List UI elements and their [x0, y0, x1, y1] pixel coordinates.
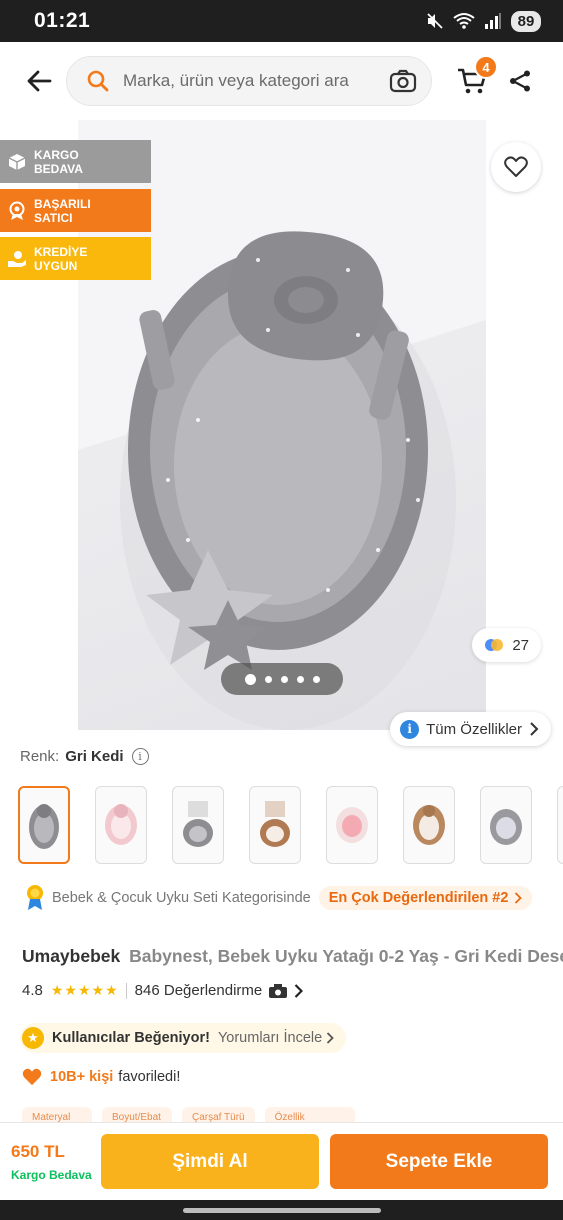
- status-bar: 01:21 89: [0, 0, 563, 42]
- home-gesture-handle[interactable]: [182, 1207, 381, 1213]
- carousel-dot[interactable]: [244, 673, 256, 685]
- read-reviews-link[interactable]: Yorumları İncele: [218, 1030, 334, 1046]
- free-shipping-label: Kargo Bedava: [11, 1167, 92, 1182]
- user-photos-icon: [485, 639, 504, 651]
- credit-eligible-text: KREDİYE UYGUN: [34, 244, 88, 273]
- favorites-count: 10B+ kişi favoriledi!: [22, 1068, 180, 1086]
- star-icon: ★: [105, 982, 118, 998]
- bottom-action-bar: 650 TL Kargo Bedava Şimdi Al Sepete Ekle: [0, 1122, 563, 1200]
- status-time: 01:21: [34, 9, 91, 32]
- free-shipping-badge: KARGO BEDAVA: [0, 140, 151, 183]
- variant-thumb-gray-cat[interactable]: [18, 786, 70, 864]
- wifi-icon: [453, 13, 475, 29]
- variant-thumb-beige[interactable]: [403, 786, 455, 864]
- favorites-highlight: 10B+ kişi: [50, 1069, 114, 1085]
- system-nav-bar: [0, 1200, 563, 1220]
- share-button[interactable]: [502, 63, 538, 99]
- variant-thumb-more[interactable]: [557, 786, 563, 864]
- price-block: 650 TL Kargo Bedava: [11, 1142, 101, 1182]
- star-icon: ★: [50, 982, 64, 998]
- favorites-rest: favoriledi!: [118, 1069, 181, 1085]
- cart-count-badge: 4: [474, 55, 498, 79]
- medal-icon: [7, 201, 27, 221]
- star-icon: ★: [64, 982, 77, 998]
- arrow-left-icon: [27, 70, 52, 92]
- photo-count: 27: [512, 636, 529, 654]
- rating-score: 4.8: [22, 982, 43, 999]
- users-like-banner[interactable]: ★ Kullanıcılar Beğeniyor! Yorumları İnce…: [20, 1023, 347, 1053]
- carousel-dot[interactable]: [280, 675, 288, 683]
- divider: [125, 982, 127, 999]
- search-box[interactable]: [66, 56, 432, 106]
- users-like-text: Kullanıcılar Beğeniyor!: [52, 1030, 210, 1046]
- variant-thumb-brown[interactable]: [249, 786, 301, 864]
- back-button[interactable]: [20, 62, 58, 100]
- ranking-pill[interactable]: En Çok Değerlendirilen #2: [318, 886, 533, 910]
- buy-now-button[interactable]: Şimdi Al: [101, 1134, 319, 1189]
- cart-button[interactable]: 4: [452, 55, 498, 101]
- camera-icon[interactable]: [389, 69, 417, 93]
- info-icon[interactable]: i: [131, 748, 149, 765]
- camera-icon: [269, 983, 288, 998]
- color-variant-list: [18, 786, 563, 866]
- carousel-dot[interactable]: [296, 675, 304, 683]
- search-input[interactable]: [123, 71, 389, 91]
- share-icon: [510, 70, 530, 92]
- favorite-button[interactable]: [491, 142, 541, 192]
- color-label: Renk:: [20, 748, 60, 765]
- chevron-right-icon: [294, 983, 304, 998]
- variant-thumb-gray-box[interactable]: [172, 786, 224, 864]
- chevron-right-icon: [530, 722, 539, 736]
- brand-name[interactable]: Umaybebek: [22, 946, 120, 966]
- successful-seller-badge: BAŞARILI SATICI: [0, 189, 151, 232]
- product-title: Umaybebek Babynest, Bebek Uyku Yatağı 0-…: [22, 944, 563, 968]
- read-reviews-label: Yorumları İncele: [217, 1030, 323, 1046]
- ranking-pill-label: En Çok Değerlendirilen #2: [328, 890, 509, 906]
- heart-filled-icon: [22, 1068, 42, 1086]
- ranking-text: Bebek & Çocuk Uyku Seti Kategorisinde: [52, 890, 311, 906]
- signal-icon: [485, 13, 501, 29]
- search-icon: [87, 70, 109, 92]
- star-icon: ★: [22, 1027, 44, 1049]
- review-count: 846 Değerlendirme: [134, 982, 263, 999]
- successful-seller-text: BAŞARILI SATICI: [34, 196, 91, 225]
- carousel-dot[interactable]: [312, 675, 320, 683]
- award-icon: [27, 885, 43, 910]
- carousel-indicator: [221, 663, 343, 695]
- rating-summary[interactable]: 4.8 ★ ★ ★ ★ ★ 846 Değerlendirme: [22, 982, 304, 999]
- price: 650 TL: [11, 1141, 65, 1161]
- product-name: Babynest, Bebek Uyku Yatağı 0-2 Yaş - Gr…: [129, 946, 563, 966]
- carousel-dot[interactable]: [264, 675, 272, 683]
- variant-thumb-pink[interactable]: [95, 786, 147, 864]
- color-selector-header: Renk: Gri Kedi i: [20, 748, 149, 765]
- color-value: Gri Kedi: [65, 748, 124, 765]
- add-to-cart-button[interactable]: Sepete Ekle: [330, 1134, 548, 1189]
- hand-coin-icon: [7, 249, 27, 269]
- chevron-right-icon: [327, 1032, 334, 1044]
- category-ranking[interactable]: Bebek & Çocuk Uyku Seti Kategorisinde En…: [24, 884, 533, 912]
- product-image-gallery[interactable]: KARGO BEDAVA BAŞARILI SATICI KREDİYE UYGUN …: [0, 120, 563, 746]
- all-features-label: Tüm Özellikler: [426, 720, 522, 738]
- credit-eligible-badge: KREDİYE UYGUN: [0, 237, 151, 280]
- heart-icon: [504, 156, 528, 177]
- user-photos-button[interactable]: 27: [472, 628, 541, 662]
- top-bar: 4: [0, 42, 563, 120]
- box-icon: [7, 152, 27, 172]
- rating-stars: ★ ★ ★ ★ ★: [51, 982, 118, 999]
- chevron-right-icon: [515, 892, 523, 904]
- star-icon: ★: [77, 982, 91, 998]
- star-icon: ★: [91, 982, 105, 998]
- battery-indicator: 89: [511, 10, 541, 32]
- all-features-button[interactable]: i Tüm Özellikler: [390, 712, 551, 746]
- mute-icon: [427, 13, 443, 29]
- info-icon: i: [400, 719, 420, 739]
- variant-thumb-star[interactable]: [480, 786, 532, 864]
- variant-thumb-pink-flower[interactable]: [326, 786, 378, 864]
- free-shipping-text: KARGO BEDAVA: [34, 147, 83, 176]
- status-icons: 89: [426, 10, 541, 32]
